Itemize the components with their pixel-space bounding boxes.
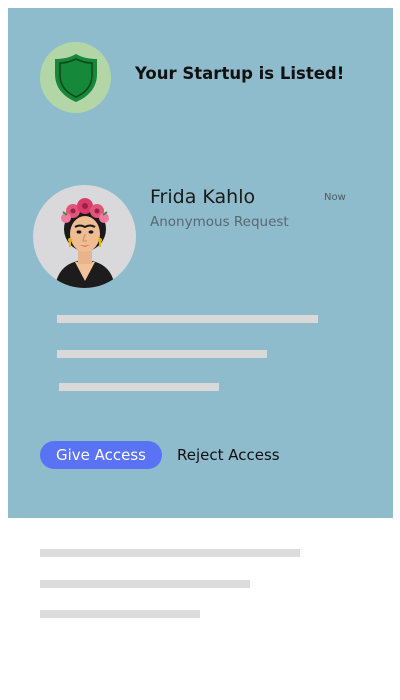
placeholder-line	[40, 580, 250, 588]
avatar	[33, 185, 136, 288]
avatar-illustration	[55, 198, 115, 288]
request-type: Anonymous Request	[150, 214, 289, 230]
placeholder-line	[40, 610, 200, 618]
card-title: Your Startup is Listed!	[135, 64, 345, 83]
timestamp: Now	[324, 192, 346, 203]
placeholder-line	[57, 315, 318, 323]
placeholder-line	[40, 549, 300, 557]
reject-access-button[interactable]: Reject Access	[177, 441, 280, 469]
shield-icon	[54, 53, 97, 102]
give-access-button[interactable]: Give Access	[40, 441, 162, 469]
requester-name: Frida Kahlo	[150, 186, 256, 208]
placeholder-line	[59, 383, 219, 391]
placeholder-line	[57, 350, 267, 358]
notification-card: Your Startup is Listed! Frida Kahlo Anon…	[8, 8, 393, 518]
shield-badge	[40, 42, 111, 113]
